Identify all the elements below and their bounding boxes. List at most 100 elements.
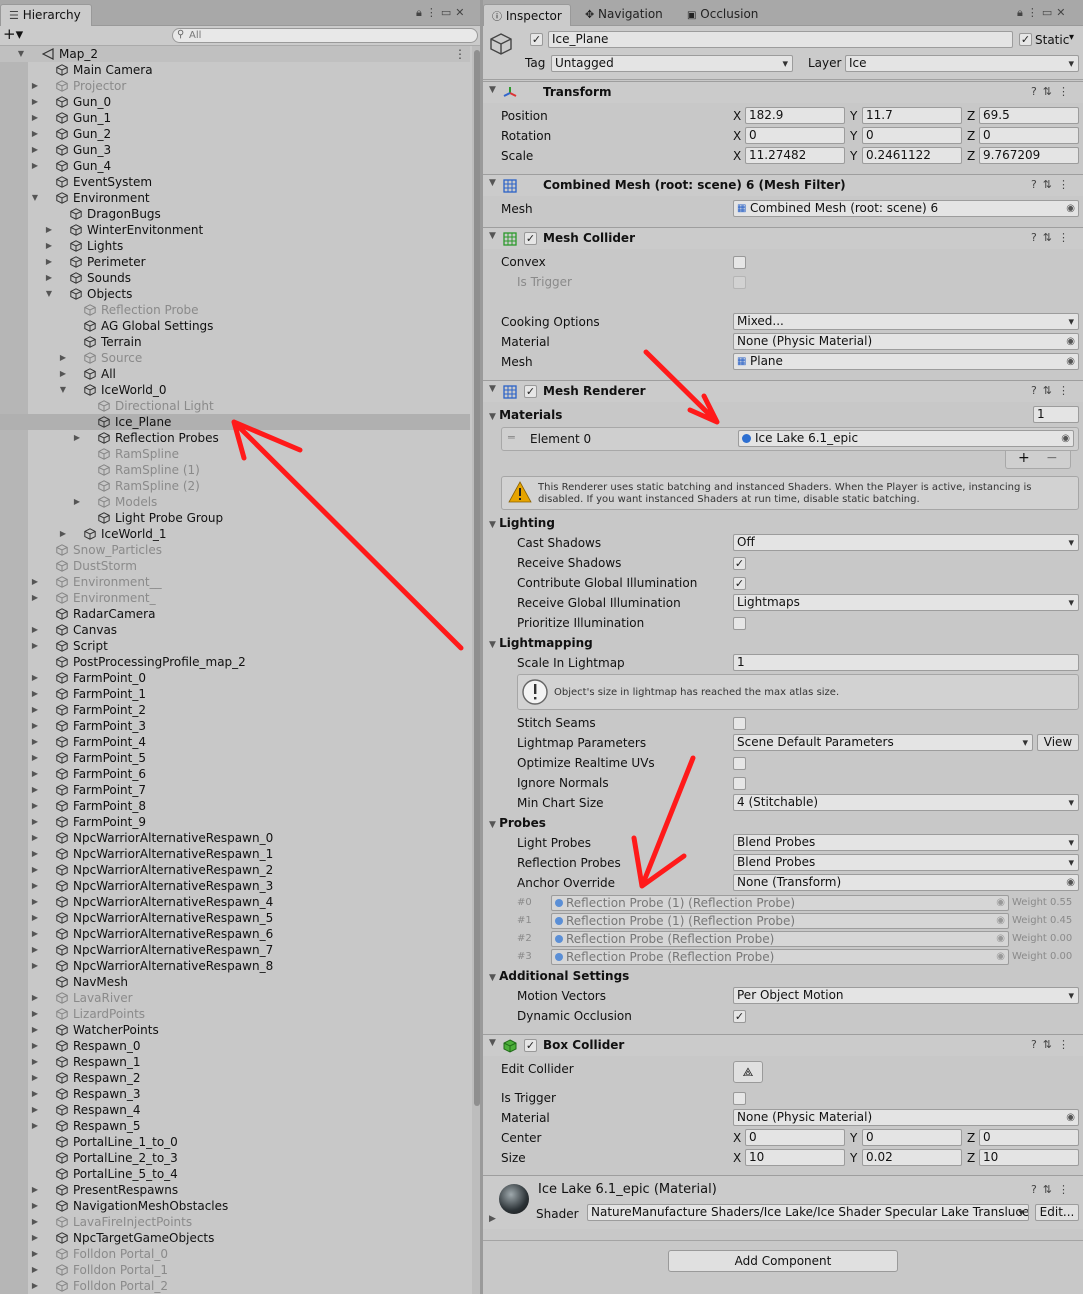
collapsed-arrow-icon[interactable]: ▶: [30, 1022, 40, 1038]
hierarchy-item[interactable]: ▶ FarmPoint_6: [0, 766, 470, 782]
hierarchy-item[interactable]: Ice_Plane: [0, 414, 470, 430]
collapsed-arrow-icon[interactable]: ▶: [30, 846, 40, 862]
preset-icon[interactable]: ⇅: [1043, 85, 1058, 98]
hierarchy-item[interactable]: DragonBugs: [0, 206, 470, 222]
fold-arrow-icon[interactable]: ▼: [489, 1038, 496, 1048]
hierarchy-item[interactable]: ▶ NpcWarriorAlternativeRespawn_5: [0, 910, 470, 926]
fold-arrow-icon[interactable]: ▼: [489, 384, 496, 394]
collapsed-arrow-icon[interactable]: ▶: [30, 158, 40, 174]
tab-hierarchy[interactable]: ☰ Hierarchy: [0, 4, 92, 26]
collapsed-arrow-icon[interactable]: ▶: [30, 1054, 40, 1070]
hierarchy-item[interactable]: ▶ PresentRespawns: [0, 1182, 470, 1198]
collapsed-arrow-icon[interactable]: ▶: [30, 830, 40, 846]
center-z-field[interactable]: 0: [979, 1129, 1079, 1146]
hierarchy-item[interactable]: ▶ All: [0, 366, 470, 382]
collapsed-arrow-icon[interactable]: ▶: [30, 110, 40, 126]
kebab-menu-icon[interactable]: ⋮: [1058, 85, 1075, 98]
light-probes-dropdown[interactable]: Blend Probes: [733, 834, 1079, 851]
hierarchy-item[interactable]: DustStorm: [0, 558, 470, 574]
help-icon[interactable]: ?: [1031, 1183, 1043, 1196]
collapsed-arrow-icon[interactable]: ▶: [30, 638, 40, 654]
hierarchy-item[interactable]: ▶ FarmPoint_5: [0, 750, 470, 766]
cooking-options-dropdown[interactable]: Mixed...: [733, 313, 1079, 330]
scale-y-field[interactable]: 0.2461122: [862, 147, 962, 164]
static-label[interactable]: Static: [1035, 32, 1069, 48]
position-y-field[interactable]: 11.7: [862, 107, 962, 124]
hierarchy-item[interactable]: ▶ Respawn_3: [0, 1086, 470, 1102]
collapsed-arrow-icon[interactable]: ▶: [30, 1006, 40, 1022]
fold-arrow-icon[interactable]: ▼: [489, 178, 496, 188]
rotation-y-field[interactable]: 0: [862, 127, 962, 144]
component-header-icons[interactable]: ?⇅⋮: [1031, 384, 1075, 397]
hierarchy-item[interactable]: ▶ FarmPoint_4: [0, 734, 470, 750]
hierarchy-item[interactable]: RamSpline (1): [0, 462, 470, 478]
collapsed-arrow-icon[interactable]: ▶: [30, 1262, 40, 1278]
fold-arrow-icon[interactable]: ▶: [489, 1214, 496, 1224]
kebab-menu-icon[interactable]: ⋮: [1027, 6, 1042, 19]
fold-arrow-icon[interactable]: ▼: [489, 231, 496, 241]
axis-y-label[interactable]: Y: [850, 148, 857, 164]
hierarchy-item[interactable]: ▶ LavaRiver: [0, 990, 470, 1006]
hierarchy-item[interactable]: ▶ Lights: [0, 238, 470, 254]
material-header[interactable]: ▶ Ice Lake 6.1_epic (Material) ?⇅⋮ Shade…: [483, 1175, 1083, 1229]
hierarchy-item[interactable]: ▶ NpcWarriorAlternativeRespawn_2: [0, 862, 470, 878]
collapsed-arrow-icon[interactable]: ▶: [30, 926, 40, 942]
hierarchy-item[interactable]: ▶ FarmPoint_3: [0, 718, 470, 734]
inspector-panel-icons[interactable]: 🔒︎⋮▭✕: [1017, 6, 1069, 20]
collapsed-arrow-icon[interactable]: ▶: [30, 1246, 40, 1262]
hierarchy-item[interactable]: EventSystem: [0, 174, 470, 190]
expanded-arrow-icon[interactable]: ▼: [16, 46, 26, 62]
tab-occlusion[interactable]: ▣ Occlusion: [679, 4, 766, 26]
hierarchy-item[interactable]: ▶ Models: [0, 494, 470, 510]
expanded-arrow-icon[interactable]: ▼: [30, 190, 40, 206]
contribute-gi-checkbox[interactable]: ✓: [733, 577, 746, 590]
collapsed-arrow-icon[interactable]: ▶: [58, 350, 68, 366]
hierarchy-item[interactable]: ▶ Projector: [0, 78, 470, 94]
collapsed-arrow-icon[interactable]: ▶: [30, 894, 40, 910]
expanded-arrow-icon[interactable]: ▼: [58, 382, 68, 398]
hierarchy-item[interactable]: ▶ NpcWarriorAlternativeRespawn_6: [0, 926, 470, 942]
maximize-icon[interactable]: ▭: [1042, 6, 1056, 19]
add-component-button[interactable]: Add Component: [668, 1250, 898, 1272]
axis-x-label[interactable]: X: [733, 108, 741, 124]
static-checkbox[interactable]: ✓: [1019, 33, 1032, 46]
hierarchy-item[interactable]: ▶ NpcWarriorAlternativeRespawn_7: [0, 942, 470, 958]
collapsed-arrow-icon[interactable]: ▶: [30, 1118, 40, 1134]
size-x-field[interactable]: 10: [745, 1149, 845, 1166]
collapsed-arrow-icon[interactable]: ▶: [30, 942, 40, 958]
hierarchy-item[interactable]: PortalLine_5_to_4: [0, 1166, 470, 1182]
collapsed-arrow-icon[interactable]: ▶: [58, 366, 68, 382]
hierarchy-item[interactable]: ▶ Gun_0: [0, 94, 470, 110]
hierarchy-item[interactable]: ▶ WinterEnvitonment: [0, 222, 470, 238]
object-name-field[interactable]: Ice_Plane: [548, 31, 1013, 48]
fold-arrow-icon[interactable]: ▼: [489, 85, 496, 95]
tab-inspector[interactable]: ⓘ Inspector: [483, 4, 571, 26]
hierarchy-item[interactable]: ▶ NpcTargetGameObjects: [0, 1230, 470, 1246]
hierarchy-item[interactable]: ▶ NpcWarriorAlternativeRespawn_3: [0, 878, 470, 894]
scale-z-field[interactable]: 9.767209: [979, 147, 1079, 164]
collapsed-arrow-icon[interactable]: ▶: [30, 782, 40, 798]
hierarchy-item[interactable]: ▶ Canvas: [0, 622, 470, 638]
collapsed-arrow-icon[interactable]: ▶: [30, 702, 40, 718]
chevron-down-icon[interactable]: ▾: [1069, 32, 1074, 43]
collapsed-arrow-icon[interactable]: ▶: [30, 862, 40, 878]
collapsed-arrow-icon[interactable]: ▶: [30, 1070, 40, 1086]
receive-gi-dropdown[interactable]: Lightmaps: [733, 594, 1079, 611]
axis-y-label[interactable]: Y: [850, 108, 857, 124]
collapsed-arrow-icon[interactable]: ▶: [30, 1038, 40, 1054]
materials-section[interactable]: Materials: [489, 407, 562, 425]
box-collider-header[interactable]: ▼ ✓ Box Collider ?⇅⋮: [483, 1034, 1083, 1056]
hierarchy-item[interactable]: ▶ FarmPoint_7: [0, 782, 470, 798]
collapsed-arrow-icon[interactable]: ▶: [30, 718, 40, 734]
position-x-field[interactable]: 182.9: [745, 107, 845, 124]
motion-vectors-dropdown[interactable]: Per Object Motion: [733, 987, 1079, 1004]
hierarchy-item[interactable]: Terrain: [0, 334, 470, 350]
collapsed-arrow-icon[interactable]: ▶: [72, 430, 82, 446]
anchor-override-field[interactable]: None (Transform): [733, 874, 1079, 891]
help-icon[interactable]: ?: [1031, 85, 1043, 98]
collapsed-arrow-icon[interactable]: ▶: [30, 766, 40, 782]
collapsed-arrow-icon[interactable]: ▶: [30, 574, 40, 590]
hierarchy-item[interactable]: Main Camera: [0, 62, 470, 78]
component-header-icons[interactable]: ?⇅⋮: [1031, 178, 1075, 191]
mesh-renderer-enabled-checkbox[interactable]: ✓: [524, 385, 537, 398]
